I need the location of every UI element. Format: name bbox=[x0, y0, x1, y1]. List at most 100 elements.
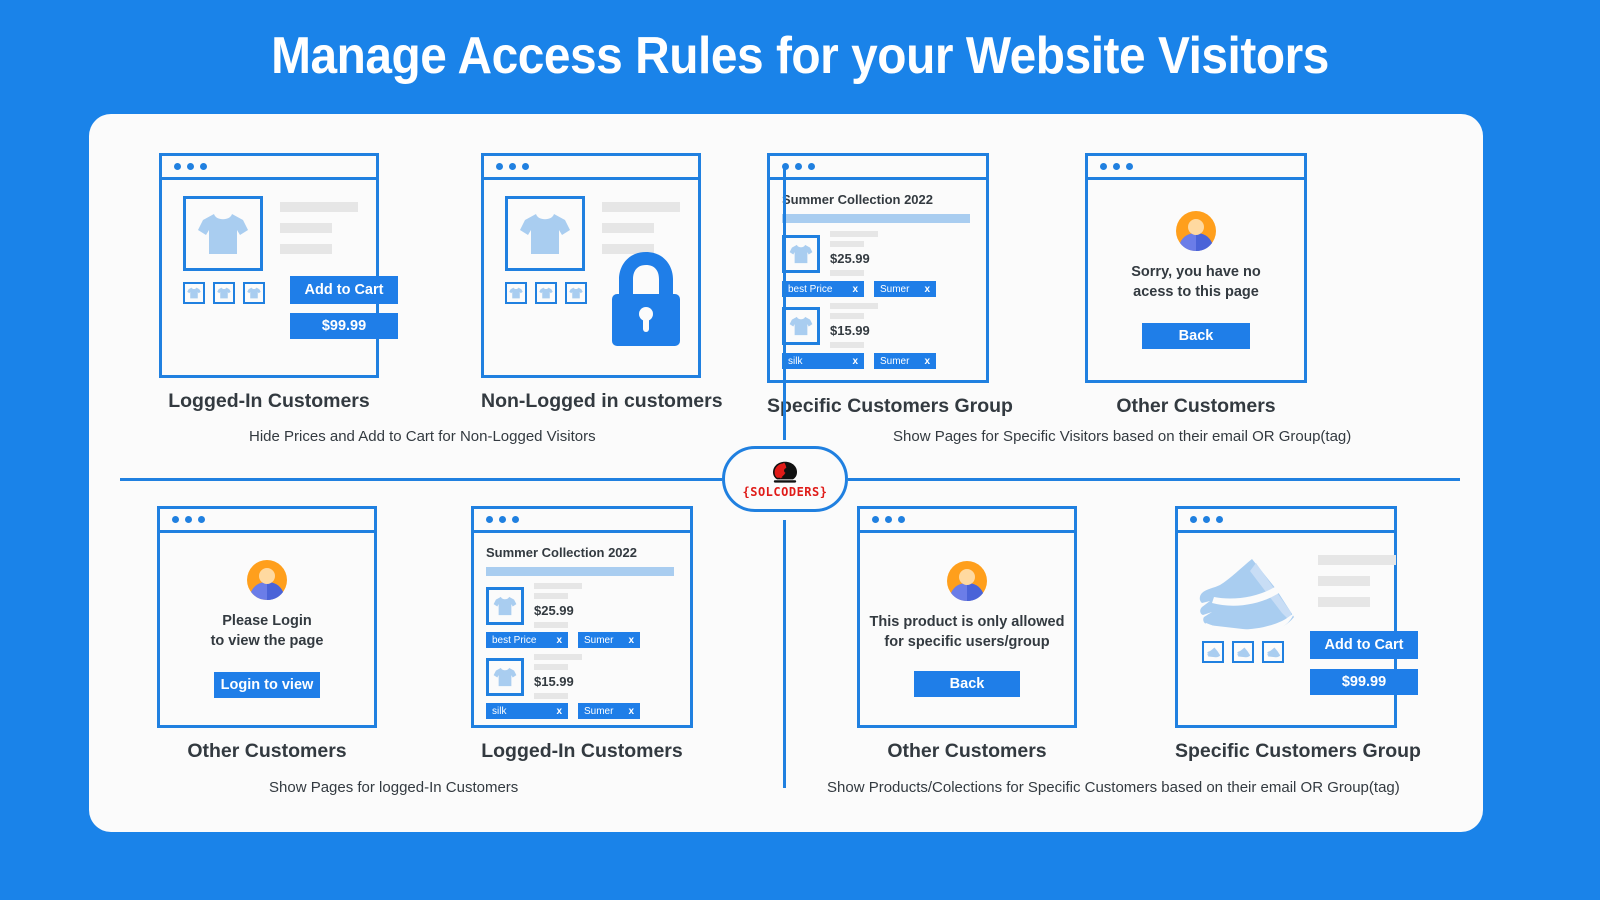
collection-banner bbox=[486, 567, 674, 576]
product-thumbnail[interactable] bbox=[1232, 641, 1254, 663]
shoe-icon bbox=[1266, 646, 1280, 657]
text-placeholder-line bbox=[830, 342, 864, 348]
window-dot-icon bbox=[808, 163, 815, 170]
padlock-icon bbox=[612, 252, 680, 346]
add-to-cart-button[interactable]: Add to Cart bbox=[290, 276, 398, 304]
text-placeholder-lines bbox=[1318, 555, 1396, 618]
tshirt-icon bbox=[198, 213, 248, 254]
browser-titlebar bbox=[474, 509, 690, 533]
message-text: Sorry, you have no acess to this page bbox=[1131, 263, 1260, 302]
window-dot-icon bbox=[1216, 516, 1223, 523]
product-thumbnail[interactable] bbox=[505, 282, 527, 304]
brand-logo-badge: {SOLCODERS} bbox=[722, 446, 848, 512]
product-thumbnail[interactable] bbox=[782, 306, 820, 345]
tag-remove-icon[interactable]: x bbox=[852, 356, 858, 367]
user-avatar-icon bbox=[947, 561, 987, 602]
product-thumbnail[interactable] bbox=[213, 282, 235, 304]
back-button[interactable]: Back bbox=[914, 670, 1020, 697]
browser-window: Summer Collection 2022 $25.99 best Price… bbox=[471, 506, 693, 728]
card-caption: Other Customers bbox=[187, 740, 347, 762]
tag-remove-icon[interactable]: x bbox=[924, 356, 930, 367]
tag-chip[interactable]: silk x bbox=[782, 353, 864, 369]
window-dot-icon bbox=[499, 516, 506, 523]
product-thumbnail[interactable] bbox=[486, 586, 524, 625]
price-button[interactable]: $99.99 bbox=[290, 313, 398, 339]
card-caption: Other Customers bbox=[887, 740, 1047, 762]
browser-window: Please Login to view the page Login to v… bbox=[157, 506, 377, 728]
collection-item-meta: $15.99 bbox=[534, 654, 582, 699]
product-thumbnail[interactable] bbox=[243, 282, 265, 304]
tag-remove-icon[interactable]: x bbox=[556, 635, 562, 646]
product-thumbnail[interactable] bbox=[535, 282, 557, 304]
product-thumbnail[interactable] bbox=[1262, 641, 1284, 663]
tag-chip[interactable]: Sumer x bbox=[578, 632, 640, 648]
user-avatar-icon bbox=[1176, 211, 1216, 252]
add-to-cart-button[interactable]: Add to Cart bbox=[1310, 631, 1418, 659]
back-button[interactable]: Back bbox=[1142, 322, 1250, 349]
product-thumbnail[interactable] bbox=[1202, 641, 1224, 663]
tag-chip[interactable]: best Price x bbox=[782, 281, 864, 297]
text-placeholder-line bbox=[830, 313, 864, 319]
tag-chip[interactable]: best Price x bbox=[486, 632, 568, 648]
item-price: $15.99 bbox=[830, 323, 870, 338]
window-dot-icon bbox=[1113, 163, 1120, 170]
window-dot-icon bbox=[172, 516, 179, 523]
browser-content: Sorry, you have no acess to this page Ba… bbox=[1088, 180, 1304, 380]
tag-chip[interactable]: Sumer x bbox=[874, 281, 936, 297]
tag-chip[interactable]: Sumer x bbox=[578, 703, 640, 719]
product-thumbnail[interactable] bbox=[486, 657, 524, 696]
card-caption: Other Customers bbox=[1116, 395, 1276, 417]
window-dot-icon bbox=[1203, 516, 1210, 523]
tag-label: Sumer bbox=[880, 283, 910, 295]
card-caption: Specific Customers Group bbox=[1175, 740, 1421, 762]
product-image-frame bbox=[183, 196, 263, 271]
window-dot-icon bbox=[795, 163, 802, 170]
section-caption-top-right: Show Pages for Specific Visitors based o… bbox=[893, 428, 1352, 445]
section-caption-top-left: Hide Prices and Add to Cart for Non-Logg… bbox=[249, 428, 596, 445]
window-dot-icon bbox=[885, 516, 892, 523]
item-price: $15.99 bbox=[534, 674, 574, 689]
login-to-view-button[interactable]: Login to view bbox=[214, 671, 320, 698]
tag-label: Sumer bbox=[880, 355, 910, 367]
tag-remove-icon[interactable]: x bbox=[628, 635, 634, 646]
card-caption: Logged-In Customers bbox=[481, 740, 683, 762]
collection-item-row: $25.99 bbox=[486, 583, 678, 628]
tag-remove-icon[interactable]: x bbox=[628, 706, 634, 717]
tag-row: silk x Sumer x bbox=[782, 353, 974, 369]
page-title: Manage Access Rules for your Website Vis… bbox=[271, 27, 1329, 85]
browser-window bbox=[481, 153, 701, 378]
price-button[interactable]: $99.99 bbox=[1310, 669, 1418, 695]
message-text: Please Login to view the page bbox=[211, 612, 324, 651]
browser-window: Summer Collection 2022 $25.99 best Price… bbox=[767, 153, 989, 383]
message-line: acess to this page bbox=[1133, 284, 1259, 300]
tshirt-icon bbox=[789, 244, 813, 263]
window-dot-icon bbox=[872, 516, 879, 523]
window-dot-icon bbox=[486, 516, 493, 523]
text-placeholder-line bbox=[830, 270, 864, 276]
tag-label: best Price bbox=[788, 283, 833, 295]
tag-remove-icon[interactable]: x bbox=[924, 284, 930, 295]
shoe-icon bbox=[1206, 646, 1220, 657]
collection-item-row: $15.99 bbox=[782, 303, 974, 348]
browser-content: Add to Cart $99.99 bbox=[162, 180, 398, 375]
card-non-logged-product: Non-Logged in customers bbox=[481, 153, 723, 413]
tag-chip[interactable]: Sumer x bbox=[874, 353, 936, 369]
product-image-frame bbox=[505, 196, 585, 271]
product-thumbnail[interactable] bbox=[782, 234, 820, 273]
tshirt-icon bbox=[509, 287, 523, 299]
product-thumbnail[interactable] bbox=[565, 282, 587, 304]
tag-remove-icon[interactable]: x bbox=[852, 284, 858, 295]
collection-item-meta: $25.99 bbox=[830, 231, 878, 276]
product-thumbnail[interactable] bbox=[183, 282, 205, 304]
tag-remove-icon[interactable]: x bbox=[556, 706, 562, 717]
message-text: This product is only allowed for specifi… bbox=[870, 613, 1065, 652]
tag-chip[interactable]: silk x bbox=[486, 703, 568, 719]
card-specific-group-collection: Summer Collection 2022 $25.99 best Price… bbox=[767, 153, 1013, 418]
browser-content: Summer Collection 2022 $25.99 best Price… bbox=[770, 180, 986, 380]
tag-label: silk bbox=[492, 705, 507, 717]
tshirt-icon bbox=[493, 596, 517, 615]
window-dot-icon bbox=[174, 163, 181, 170]
product-thumbnails bbox=[1202, 641, 1284, 663]
collection-item-row: $15.99 bbox=[486, 654, 678, 699]
product-thumbnails bbox=[505, 282, 587, 304]
